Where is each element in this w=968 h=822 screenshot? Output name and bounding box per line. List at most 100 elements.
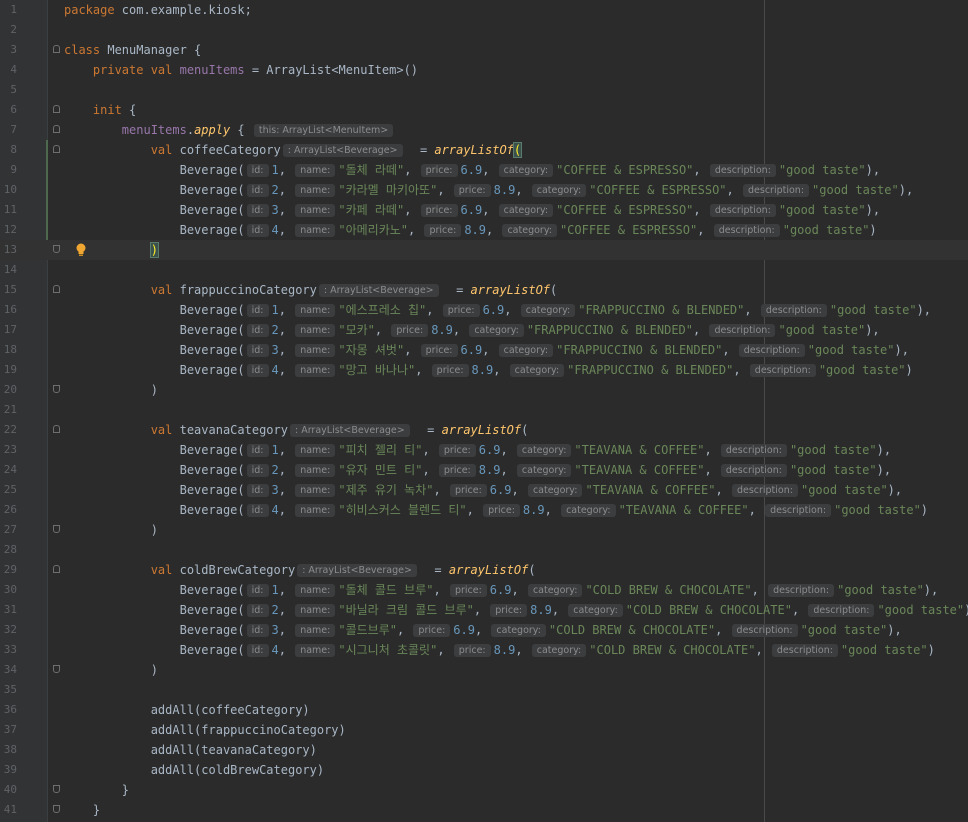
code-line[interactable]: 15 val frappuccinoCategory: ArrayList<Be… xyxy=(0,280,968,300)
fold-icon[interactable] xyxy=(53,145,60,153)
code-line[interactable]: 22 val teavanaCategory: ArrayList<Bevera… xyxy=(0,420,968,440)
code-text[interactable]: addAll(teavanaCategory) xyxy=(64,740,317,760)
line-number[interactable]: 20 xyxy=(0,380,17,400)
fold-icon[interactable] xyxy=(53,665,60,673)
code-text[interactable]: class MenuManager { xyxy=(64,40,201,60)
code-text[interactable]: Beverage(id: 3, name: "제주 유기 녹차", price: 6.… xyxy=(64,480,902,500)
code-text[interactable]: Beverage(id: 2, name: "유자 민트 티", price: 8.9… xyxy=(64,460,891,480)
code-line[interactable]: 6 init { xyxy=(0,100,968,120)
code-line[interactable]: 37 addAll(frappuccinoCategory) xyxy=(0,720,968,740)
fold-icon[interactable] xyxy=(53,285,60,293)
code-text[interactable]: Beverage(id: 1, name: "돌체 콜드 브루", price: 6.… xyxy=(64,580,938,600)
code-line[interactable]: 16 Beverage(id: 1, name: "에스프레소 칩", price:… xyxy=(0,300,968,320)
code-line[interactable]: 11 Beverage(id: 3, name: "카페 라떼", price: 6.… xyxy=(0,200,968,220)
code-text[interactable]: addAll(coffeeCategory) xyxy=(64,700,310,720)
code-line[interactable]: 25 Beverage(id: 3, name: "제주 유기 녹차", price… xyxy=(0,480,968,500)
fold-icon[interactable] xyxy=(53,105,60,113)
line-number[interactable]: 29 xyxy=(0,560,17,580)
code-text[interactable]: Beverage(id: 1, name: "에스프레소 칩", price: 6.9… xyxy=(64,300,931,320)
code-text[interactable]: } xyxy=(64,800,100,820)
code-line[interactable]: 26 Beverage(id: 4, name: "히비스커스 블렌드 티", pr… xyxy=(0,500,968,520)
code-line[interactable]: 9 Beverage(id: 1, name: "돌체 라떼", price: 6.9… xyxy=(0,160,968,180)
code-line[interactable]: 32 Beverage(id: 3, name: "콜드브루", price: 6.9… xyxy=(0,620,968,640)
code-line[interactable]: 29 val coldBrewCategory: ArrayList<Bever… xyxy=(0,560,968,580)
line-number[interactable]: 16 xyxy=(0,300,17,320)
code-text[interactable]: Beverage(id: 1, name: "피치 젤리 티", price: 6.9… xyxy=(64,440,891,460)
code-text[interactable]: Beverage(id: 4, name: "망고 바나나", price: 8.9,… xyxy=(64,360,913,380)
line-number[interactable]: 34 xyxy=(0,660,17,680)
line-number[interactable]: 28 xyxy=(0,540,17,560)
code-line[interactable]: 14 xyxy=(0,260,968,280)
code-line[interactable]: 13 ) xyxy=(0,240,968,260)
line-number[interactable]: 8 xyxy=(0,140,17,160)
code-line[interactable]: 3 class MenuManager { xyxy=(0,40,968,60)
line-number[interactable]: 14 xyxy=(0,260,17,280)
code-line[interactable]: 7 menuItems.apply { this: ArrayList<Menu… xyxy=(0,120,968,140)
line-number[interactable]: 25 xyxy=(0,480,17,500)
code-text[interactable]: ) xyxy=(64,240,159,260)
line-number[interactable]: 9 xyxy=(0,160,17,180)
line-number[interactable]: 3 xyxy=(0,40,17,60)
line-number[interactable]: 2 xyxy=(0,20,17,40)
code-editor[interactable]: 1 package com.example.kiosk; 2 3 class MenuM… xyxy=(0,0,968,822)
line-number[interactable]: 1 xyxy=(0,0,17,20)
line-number[interactable]: 21 xyxy=(0,400,17,420)
code-text[interactable]: Beverage(id: 4, name: "아메리카노", price: 8.9, … xyxy=(64,220,877,240)
code-line[interactable]: 1 package com.example.kiosk; xyxy=(0,0,968,20)
line-number[interactable]: 35 xyxy=(0,680,17,700)
code-text[interactable]: package com.example.kiosk; xyxy=(64,0,252,20)
code-line[interactable]: 33 Beverage(id: 4, name: "시그니처 초콜릿", price… xyxy=(0,640,968,660)
code-text[interactable]: val coldBrewCategory: ArrayList<Beverage… xyxy=(64,560,536,580)
line-number[interactable]: 4 xyxy=(0,60,17,80)
code-text[interactable]: private val menuItems = ArrayList<MenuIt… xyxy=(64,60,418,80)
code-text[interactable]: menuItems.apply { this: ArrayList<MenuIt… xyxy=(64,120,396,140)
fold-icon[interactable] xyxy=(53,565,60,573)
fold-icon[interactable] xyxy=(53,125,60,133)
code-text[interactable]: val coffeeCategory: ArrayList<Beverage> … xyxy=(64,140,523,160)
fold-icon[interactable] xyxy=(53,525,60,533)
code-text[interactable]: Beverage(id: 4, name: "시그니처 초콜릿", price: 8.… xyxy=(64,640,935,660)
code-line[interactable]: 10 Beverage(id: 2, name: "카라멜 마키아또", price… xyxy=(0,180,968,200)
line-number[interactable]: 19 xyxy=(0,360,17,380)
code-line[interactable]: 5 xyxy=(0,80,968,100)
line-number[interactable]: 17 xyxy=(0,320,17,340)
code-text[interactable]: addAll(coldBrewCategory) xyxy=(64,760,324,780)
code-line[interactable]: 40 } xyxy=(0,780,968,800)
code-text[interactable]: Beverage(id: 1, name: "돌체 라떼", price: 6.9, … xyxy=(64,160,880,180)
line-number[interactable]: 18 xyxy=(0,340,17,360)
line-number[interactable]: 36 xyxy=(0,700,17,720)
line-number[interactable]: 26 xyxy=(0,500,17,520)
line-number[interactable]: 13 xyxy=(0,240,17,260)
code-text[interactable]: Beverage(id: 2, name: "모카", price: 8.9, cat… xyxy=(64,320,880,340)
line-number[interactable]: 39 xyxy=(0,760,17,780)
code-text[interactable]: Beverage(id: 3, name: "콜드브루", price: 6.9, c… xyxy=(64,620,902,640)
code-text[interactable]: Beverage(id: 3, name: "자몽 셔벗", price: 6.9, … xyxy=(64,340,909,360)
line-number[interactable]: 30 xyxy=(0,580,17,600)
line-number[interactable]: 12 xyxy=(0,220,17,240)
fold-icon[interactable] xyxy=(53,785,60,793)
code-line[interactable]: 27 ) xyxy=(0,520,968,540)
code-line[interactable]: 28 xyxy=(0,540,968,560)
code-line[interactable]: 2 xyxy=(0,20,968,40)
line-number[interactable]: 41 xyxy=(0,800,17,820)
code-text[interactable]: Beverage(id: 3, name: "카페 라떼", price: 6.9, … xyxy=(64,200,880,220)
code-line[interactable]: 17 Beverage(id: 2, name: "모카", price: 8.9, … xyxy=(0,320,968,340)
line-number[interactable]: 38 xyxy=(0,740,17,760)
code-text[interactable]: Beverage(id: 4, name: "히비스커스 블렌드 티", price… xyxy=(64,500,928,520)
line-number[interactable]: 32 xyxy=(0,620,17,640)
line-number[interactable]: 11 xyxy=(0,200,17,220)
code-line[interactable]: 39 addAll(coldBrewCategory) xyxy=(0,760,968,780)
code-text[interactable]: ) xyxy=(64,660,158,680)
code-text[interactable]: addAll(frappuccinoCategory) xyxy=(64,720,346,740)
code-line[interactable]: 36 addAll(coffeeCategory) xyxy=(0,700,968,720)
code-text[interactable]: val teavanaCategory: ArrayList<Beverage>… xyxy=(64,420,528,440)
line-number[interactable]: 24 xyxy=(0,460,17,480)
fold-icon[interactable] xyxy=(53,425,60,433)
line-number[interactable]: 15 xyxy=(0,280,17,300)
line-number[interactable]: 10 xyxy=(0,180,17,200)
code-line[interactable]: 20 ) xyxy=(0,380,968,400)
line-number[interactable]: 22 xyxy=(0,420,17,440)
code-text[interactable]: Beverage(id: 2, name: "바닐라 크림 콜드 브루", pric… xyxy=(64,600,968,620)
line-number[interactable]: 40 xyxy=(0,780,17,800)
line-number[interactable]: 7 xyxy=(0,120,17,140)
